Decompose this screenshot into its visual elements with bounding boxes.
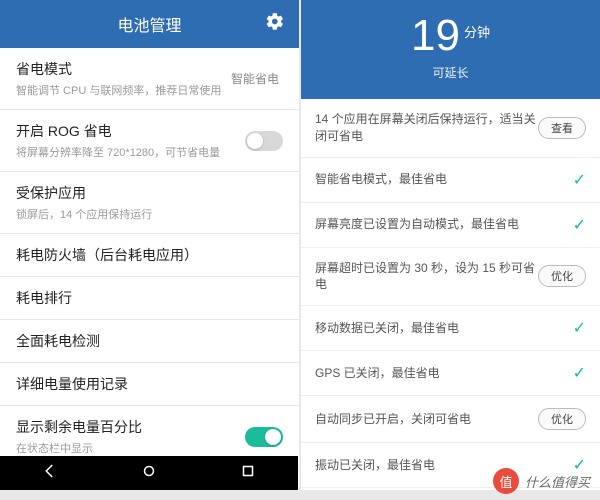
row-value: 智能省电 [231,70,279,87]
hero-unit: 分钟 [464,25,490,40]
row-title: 省电模式 [16,59,231,79]
optimization-list: 14 个应用在屏幕关闭后保持运行，适当关闭可省电查看智能省电模式，最佳省电✓屏幕… [301,99,600,488]
home-icon[interactable] [140,462,158,485]
check-icon: ✓ [573,363,586,383]
optimization-row-3: 屏幕超时已设置为 30 秒，设为 15 秒可省电优化 [301,248,600,307]
row-title: 详细电量使用记录 [16,374,283,394]
watermark-text: 什么值得买 [525,472,590,491]
optimization-row-1: 智能省电模式，最佳省电✓ [301,158,600,203]
toggle-switch[interactable] [245,131,283,151]
optimization-row-5: GPS 已关闭，最佳省电✓ [301,351,600,396]
optimization-text: 智能省电模式，最佳省电 [315,171,573,188]
optimization-text: 自动同步已开启，关闭可省电 [315,411,538,428]
row-title: 耗电防火墙（后台耗电应用） [16,245,283,265]
check-icon: ✓ [573,170,586,190]
check-icon: ✓ [573,215,586,235]
check-icon: ✓ [573,318,586,338]
optimize-pill-button[interactable]: 优化 [538,408,586,430]
row-subtitle: 智能调节 CPU 与联网频率，推荐日常使用 [16,82,231,98]
hero-number: 19 [411,14,460,58]
android-navbar [0,456,298,490]
row-subtitle: 将屏幕分辨率降至 720*1280，可节省电量 [16,144,245,160]
page-title: 电池管理 [117,12,181,36]
optimization-text: 14 个应用在屏幕关闭后保持运行，适当关闭可省电 [315,111,538,145]
settings-gear-icon[interactable] [265,12,285,37]
optimization-text: 移动数据已关闭，最佳省电 [315,320,573,337]
settings-list: 省电模式智能调节 CPU 与联网频率，推荐日常使用智能省电开启 ROG 省电将屏… [0,48,299,490]
optimization-text: GPS 已关闭，最佳省电 [315,365,573,382]
optimization-row-0: 14 个应用在屏幕关闭后保持运行，适当关闭可省电查看 [301,99,600,158]
optimize-pill-button[interactable]: 优化 [538,265,586,287]
row-title: 全面耗电检测 [16,331,283,351]
optimization-text: 屏幕超时已设置为 30 秒，设为 15 秒可省电 [315,260,538,294]
recent-icon[interactable] [239,462,257,485]
optimize-pill-button[interactable]: 查看 [538,117,586,139]
hero-panel: 19 分钟 可延长 [301,0,600,99]
settings-row-4[interactable]: 耗电排行 [0,277,299,320]
watermark: 值 什么值得买 [493,468,590,494]
row-subtitle: 锁屏后，14 个应用保持运行 [16,206,283,222]
settings-row-3[interactable]: 耗电防火墙（后台耗电应用） [0,234,299,277]
hero-subtitle: 可延长 [301,64,600,81]
settings-row-2[interactable]: 受保护应用锁屏后，14 个应用保持运行 [0,172,299,234]
optimization-row-2: 屏幕亮度已设置为自动模式，最佳省电✓ [301,203,600,248]
phone-right: 19分钟 可延长 14 个应用在屏幕关闭后保持运行，适当关闭可省电查看智能省电模… [301,0,600,490]
settings-row-1[interactable]: 开启 ROG 省电将屏幕分辨率降至 720*1280，可节省电量 [0,110,299,172]
phone-left: 电池管理 省电模式智能调节 CPU 与联网频率，推荐日常使用智能省电开启 ROG… [0,0,299,490]
row-subtitle: 在状态栏中显示 [16,440,245,456]
toggle-switch[interactable] [245,427,283,447]
optimization-row-6: 自动同步已开启，关闭可省电优化 [301,396,600,443]
row-title: 耗电排行 [16,288,283,308]
back-icon[interactable] [41,462,59,485]
settings-row-0[interactable]: 省电模式智能调节 CPU 与联网频率，推荐日常使用智能省电 [0,48,299,110]
optimization-row-4: 移动数据已关闭，最佳省电✓ [301,306,600,351]
row-title: 开启 ROG 省电 [16,121,245,141]
watermark-badge: 值 [493,468,519,494]
row-title: 显示剩余电量百分比 [16,417,245,437]
row-title: 受保护应用 [16,183,283,203]
settings-row-5[interactable]: 全面耗电检测 [0,320,299,363]
header-bar: 电池管理 [0,0,299,48]
settings-row-6[interactable]: 详细电量使用记录 [0,363,299,406]
optimization-text: 屏幕亮度已设置为自动模式，最佳省电 [315,216,573,233]
